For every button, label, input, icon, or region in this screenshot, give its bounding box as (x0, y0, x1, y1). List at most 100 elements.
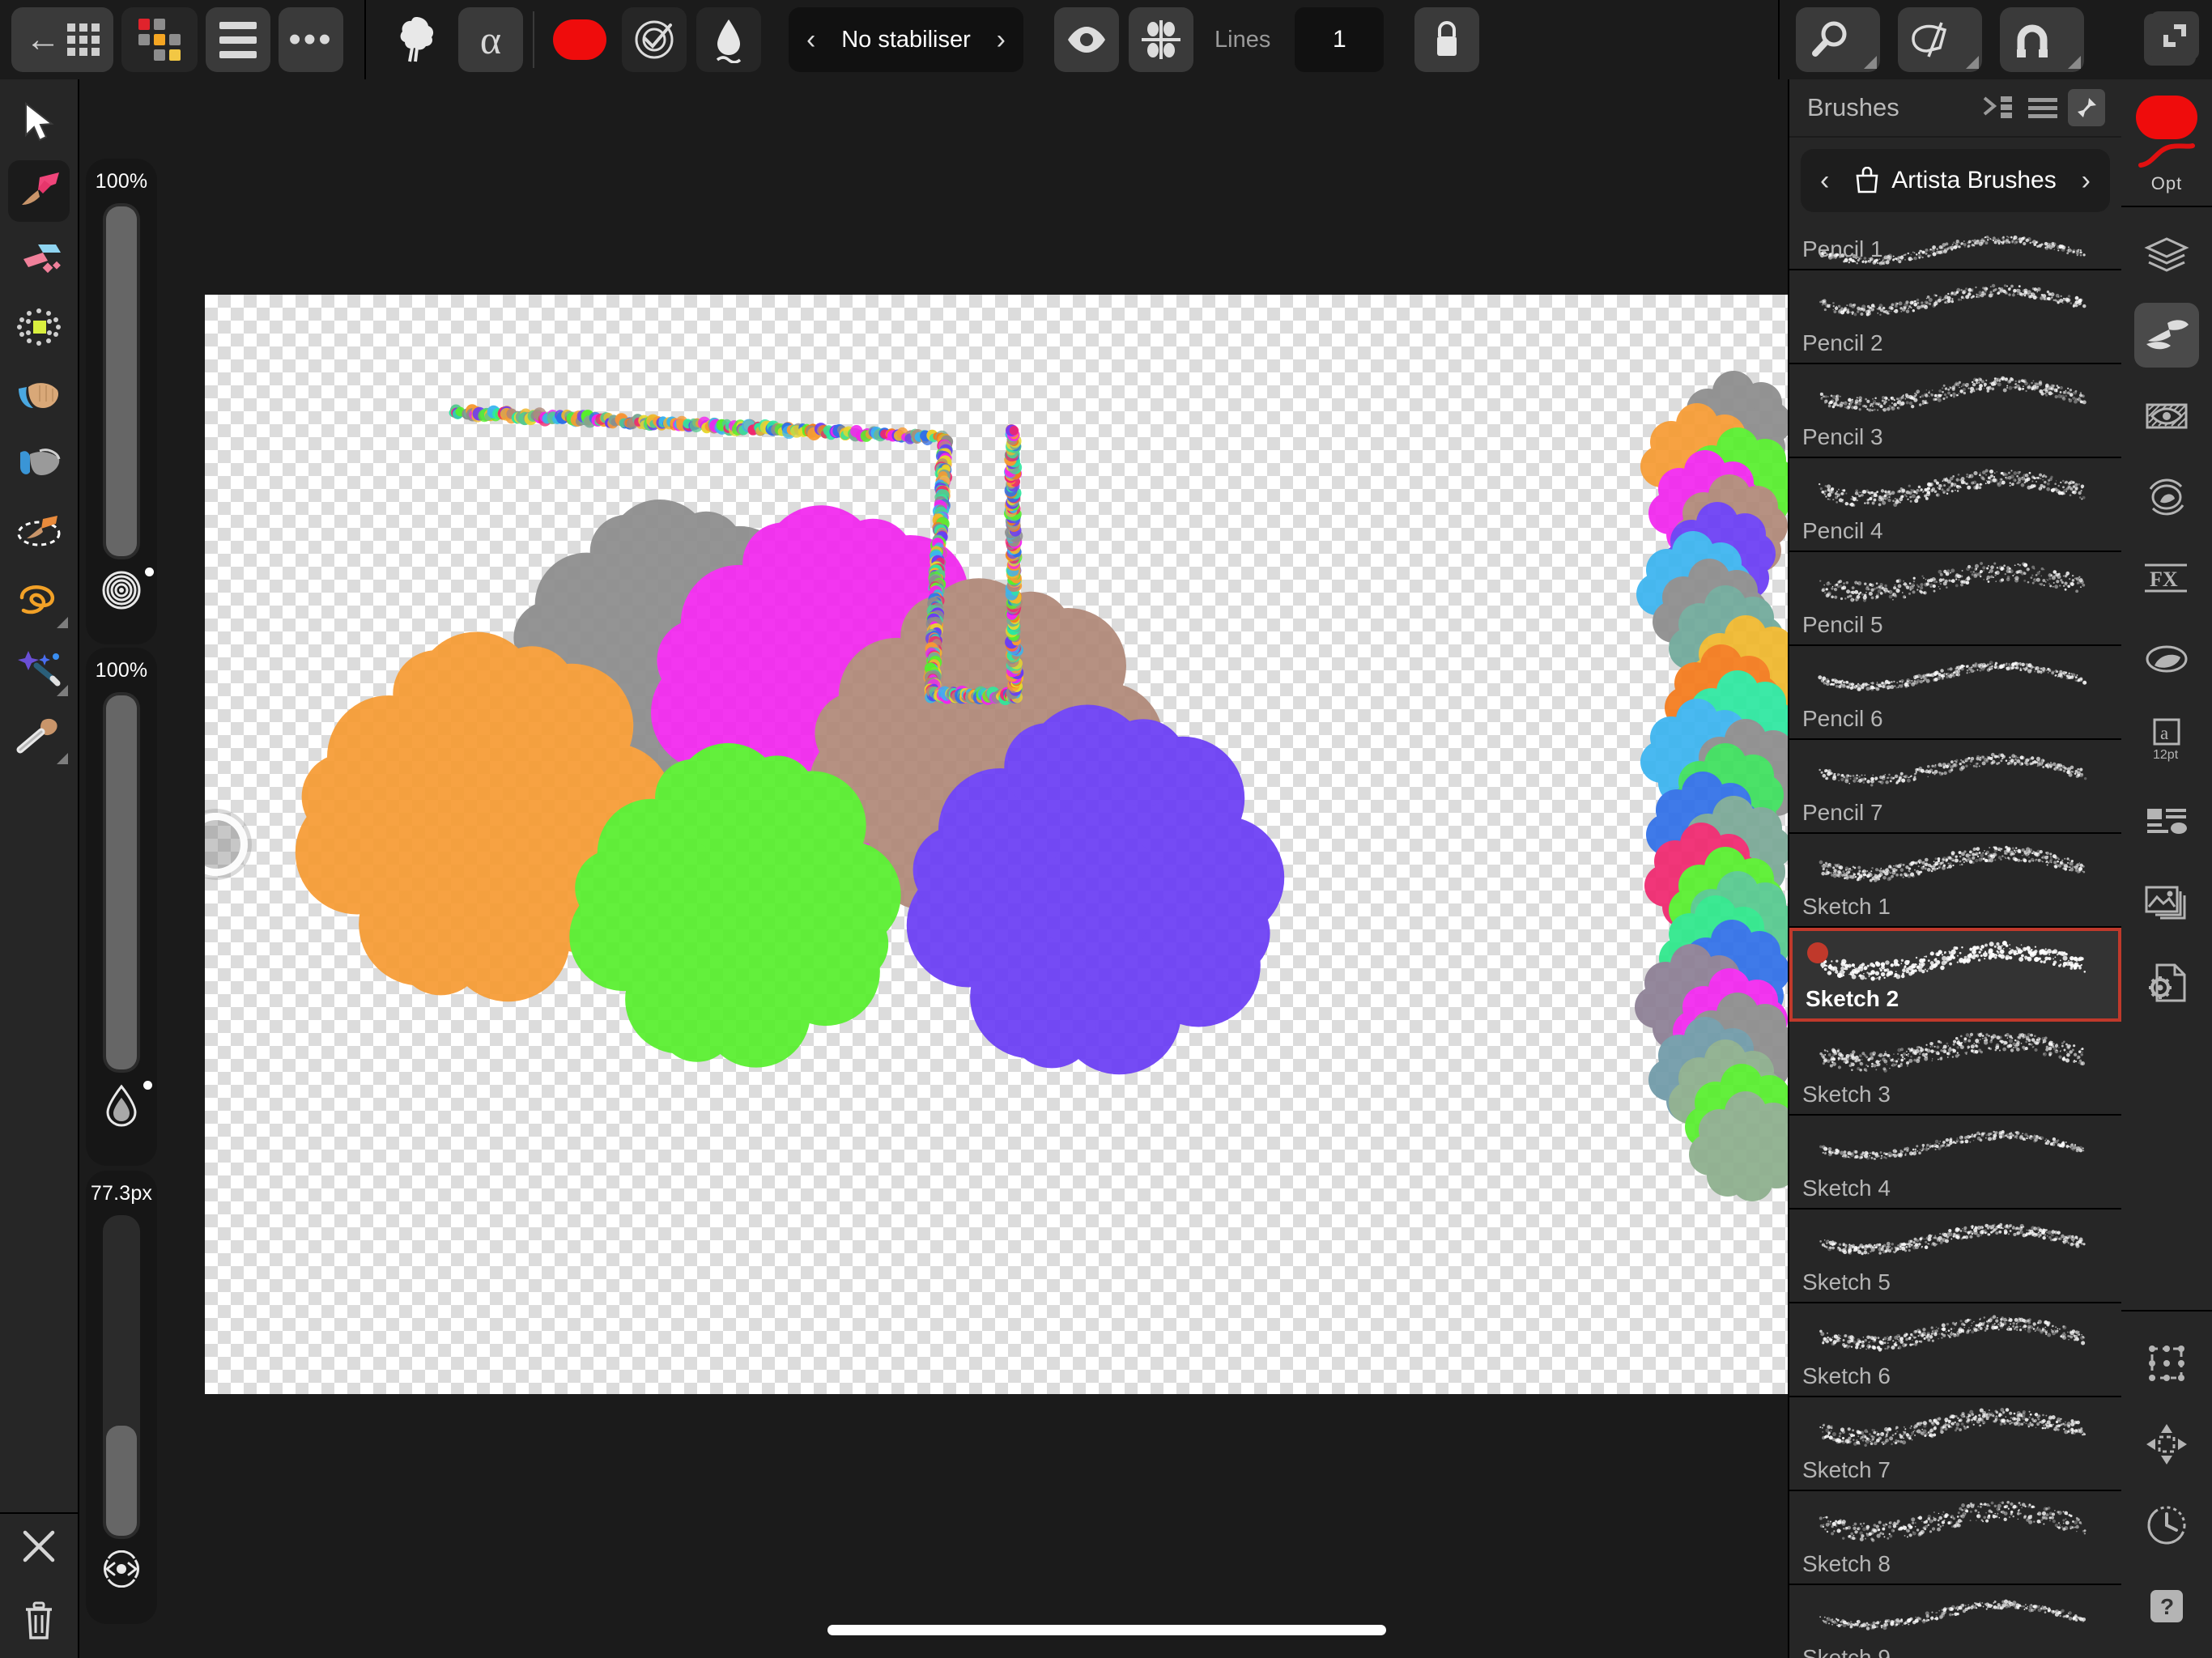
opacity-slider[interactable]: 100% (86, 159, 157, 644)
brush-bag-icon (1856, 167, 1878, 193)
tool-select-cursor[interactable] (8, 92, 70, 154)
text-panel-button[interactable]: a 12pt (2134, 708, 2199, 772)
symmetry-button[interactable] (1129, 7, 1193, 72)
concentric-rings-icon[interactable] (102, 568, 154, 614)
slider-column: 100% 100% 77.3px (81, 79, 162, 1624)
flow-pressure-dot (143, 1081, 152, 1090)
tool-lasso[interactable] (8, 568, 70, 630)
brush-stroke-preview (1819, 845, 2086, 882)
color-button[interactable] (547, 7, 612, 72)
stabiliser-next-button[interactable]: › (997, 24, 1006, 56)
droplet-icon[interactable] (104, 1081, 152, 1132)
tool-magic-wand[interactable] (8, 636, 70, 698)
opacity-slider-track[interactable] (103, 203, 140, 559)
drawing-canvas[interactable] (205, 295, 1788, 1394)
delete-button[interactable] (22, 1601, 56, 1644)
size-slider-track[interactable] (103, 1215, 140, 1539)
brush-item-pencil-1[interactable]: Pencil 1 (1789, 220, 2121, 270)
brush-item-sketch-9[interactable]: Sketch 9 (1789, 1585, 2121, 1658)
size-eye-icon[interactable] (101, 1550, 142, 1592)
menu-button[interactable] (206, 7, 270, 72)
brush-item-sketch-7[interactable]: Sketch 7 (1789, 1397, 2121, 1491)
move-button[interactable] (2134, 1412, 2199, 1477)
zoom-tool[interactable] (1796, 7, 1880, 72)
palette-button[interactable] (121, 7, 198, 72)
lock-icon (1437, 21, 1457, 56)
back-gallery-button[interactable]: ← (11, 7, 113, 72)
lock-button[interactable] (1414, 7, 1480, 72)
brush-item-label: Pencil 2 (1802, 330, 1883, 355)
transform-box-icon (2149, 1346, 2184, 1381)
help-button[interactable]: ? (2134, 1574, 2199, 1639)
stabiliser-prev-button[interactable]: ‹ (806, 24, 815, 56)
active-color-swatch[interactable] (2136, 96, 2197, 139)
snap-tool[interactable] (2000, 7, 2084, 72)
close-button[interactable] (20, 1528, 57, 1569)
images-panel-button[interactable] (2134, 869, 2199, 934)
brush-list[interactable]: Pencil 1 Pencil 2 Pencil 3 Pencil 4 Pencil 5… (1789, 220, 2121, 1658)
tool-brush[interactable] (8, 160, 70, 222)
brush-item-label: Sketch 2 (1806, 986, 1899, 1011)
symmetry-quad-icon (1142, 20, 1180, 59)
tool-pattern[interactable] (8, 296, 70, 358)
clone-stamp-icon (17, 516, 61, 546)
size-slider[interactable]: 77.3px (86, 1171, 157, 1624)
list-order-icon[interactable] (1980, 89, 2018, 126)
tool-clone[interactable] (8, 500, 70, 562)
perspective-tool[interactable] (1898, 7, 1982, 72)
brush-set-selector[interactable]: ‹ Artista Brushes › (1801, 149, 2110, 212)
lines-label: Lines (1214, 26, 1271, 53)
mask-panel-button[interactable] (2134, 384, 2199, 449)
brush-item-sketch-3[interactable]: Sketch 3 (1789, 1022, 2121, 1116)
wet-mix-button[interactable] (696, 7, 761, 72)
brush-item-pencil-7[interactable]: Pencil 7 (1789, 740, 2121, 834)
transform-button[interactable] (2134, 1331, 2199, 1396)
brush-item-pencil-5[interactable]: Pencil 5 (1789, 552, 2121, 646)
paragraph-panel-button[interactable] (2134, 789, 2199, 853)
more-button[interactable]: ••• (279, 7, 343, 72)
brush-set-next-button[interactable]: › (2082, 165, 2091, 197)
brush-item-sketch-2[interactable]: Sketch 2 (1789, 928, 2121, 1022)
history-button[interactable] (2134, 1493, 2199, 1558)
brush-item-pencil-3[interactable]: Pencil 3 (1789, 364, 2121, 458)
brush-stroke-preview (1819, 376, 2087, 412)
paragraph-icon (2147, 809, 2187, 834)
brush-item-sketch-5[interactable]: Sketch 5 (1789, 1209, 2121, 1303)
menu-lines-icon[interactable] (2024, 89, 2061, 126)
tool-smudge[interactable] (8, 364, 70, 426)
brush-item-pencil-4[interactable]: Pencil 4 (1789, 458, 2121, 552)
settings-panel-button[interactable] (2134, 950, 2199, 1015)
brush-item-pencil-2[interactable]: Pencil 2 (1789, 270, 2121, 364)
brush-stroke-preview (1818, 661, 2087, 691)
tool-eraser[interactable] (8, 228, 70, 290)
gradient-panel-button[interactable] (2134, 627, 2199, 691)
brushes-panel-button[interactable] (2134, 303, 2199, 368)
brush-item-pencil-6[interactable]: Pencil 6 (1789, 646, 2121, 740)
alpha-button[interactable]: α (458, 7, 523, 72)
canvas-area[interactable] (162, 79, 1788, 1658)
layers-panel-button[interactable] (2134, 222, 2199, 287)
panel-expand-button[interactable] (2150, 11, 2199, 60)
tool-fill[interactable] (8, 432, 70, 494)
effects-panel-button[interactable]: FX (2134, 546, 2199, 610)
brush-item-sketch-4[interactable]: Sketch 4 (1789, 1116, 2121, 1209)
topbar-left-group: ← ••• (0, 0, 364, 79)
flow-slider-track[interactable] (103, 692, 140, 1073)
symmetry-preview-button[interactable] (1054, 7, 1119, 72)
lines-value-field[interactable]: 1 (1295, 7, 1385, 72)
brush-set-prev-button[interactable]: ‹ (1820, 165, 1829, 197)
stabiliser-selector[interactable]: ‹ No stabiliser › (789, 7, 1023, 72)
adjustments-panel-button[interactable] (2134, 465, 2199, 529)
tool-eyedropper[interactable] (8, 704, 70, 766)
blend-mode-button[interactable] (622, 7, 687, 72)
close-x-icon (23, 1530, 55, 1562)
pin-icon[interactable] (2068, 89, 2105, 126)
brush-item-sketch-6[interactable]: Sketch 6 (1789, 1303, 2121, 1397)
brush-preset-button[interactable] (384, 7, 449, 72)
brush-item-sketch-1[interactable]: Sketch 1 (1789, 834, 2121, 928)
brush-stroke-preview (1819, 1222, 2086, 1256)
brush-stroke-preview (1819, 1408, 2087, 1447)
smudge-hand-icon (19, 383, 59, 408)
flow-slider[interactable]: 100% (86, 648, 157, 1166)
brush-item-sketch-8[interactable]: Sketch 8 (1789, 1491, 2121, 1585)
